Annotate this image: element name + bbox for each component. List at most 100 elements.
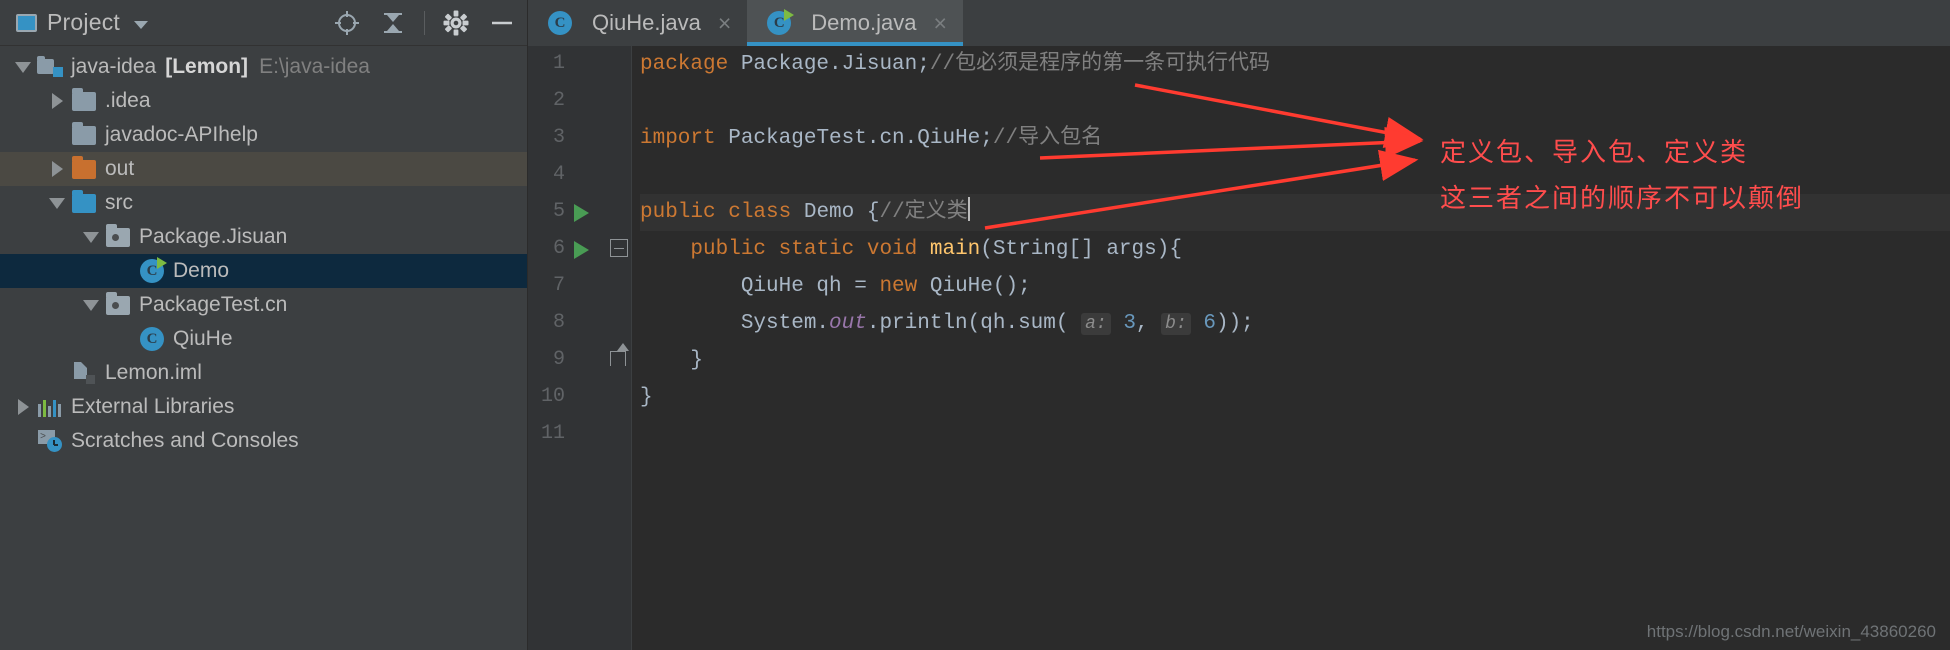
tree-row-path: E:\java-idea xyxy=(259,55,370,78)
tree-row-lemon-iml[interactable]: Lemon.iml xyxy=(0,356,527,390)
package-icon xyxy=(104,291,132,317)
tree-row-label: .idea xyxy=(105,89,151,112)
tree-row-label: Package.Jisuan xyxy=(139,225,288,248)
editor-tab-qiuhe-java[interactable]: C QiuHe.java × xyxy=(528,0,748,46)
annotation-line-1: 定义包、导入包、定义类 xyxy=(1440,138,1749,168)
code-token: 3 xyxy=(1123,312,1136,335)
project-title-group[interactable]: Project xyxy=(0,9,148,36)
tree-row-label: java-idea xyxy=(71,55,157,78)
tree-row-label: Lemon.iml xyxy=(105,361,202,384)
code-line[interactable]: public static void main(String[] args){ xyxy=(640,231,1950,268)
chevron-down-icon[interactable] xyxy=(78,299,104,311)
tree-row-label: External Libraries xyxy=(71,395,235,418)
iml-file-icon xyxy=(70,361,98,385)
editor-gutter[interactable]: 1 2 3 4 5 6 7 8 9 10 11 xyxy=(528,46,631,650)
gutter-line: 4 xyxy=(528,157,631,194)
project-title: Project xyxy=(47,9,120,35)
gutter-line: 6 xyxy=(528,231,631,268)
gutter-line: 2 xyxy=(528,83,631,120)
scratches-icon xyxy=(36,429,64,453)
code-line[interactable]: QiuHe qh = new QiuHe(); xyxy=(640,268,1950,305)
line-number: 6 xyxy=(552,237,565,260)
chevron-down-icon[interactable] xyxy=(78,231,104,243)
gutter-line: 10 xyxy=(528,379,631,416)
code-line[interactable]: } xyxy=(640,379,1950,416)
code-token: //定义类 xyxy=(879,201,968,224)
text-caret xyxy=(967,197,970,221)
chevron-right-icon[interactable] xyxy=(44,161,70,177)
tree-row-out[interactable]: out xyxy=(0,152,527,186)
folder-grey-icon xyxy=(70,87,98,113)
code-token: { xyxy=(866,201,880,224)
gutter-line: 7 xyxy=(528,268,631,305)
chevron-right-icon[interactable] xyxy=(44,93,70,109)
run-gutter-icon[interactable] xyxy=(574,241,589,259)
tree-row-qiuhe[interactable]: C QiuHe xyxy=(0,322,527,356)
code-line[interactable] xyxy=(640,83,1950,120)
collapse-all-icon[interactable] xyxy=(378,8,408,38)
fold-end-icon[interactable] xyxy=(610,343,629,366)
gutter-line: 5 xyxy=(528,194,631,231)
tree-row-package-jisuan[interactable]: Package.Jisuan xyxy=(0,220,527,254)
code-line[interactable]: import PackageTest.cn.QiuHe;//导入包名 xyxy=(640,120,1950,157)
line-number: 7 xyxy=(552,274,565,297)
code-token: public class xyxy=(640,201,792,224)
tree-row-idea[interactable]: .idea xyxy=(0,84,527,118)
intention-bulb-icon[interactable] xyxy=(660,161,686,189)
gutter-line: 3 xyxy=(528,120,631,157)
tree-row-src[interactable]: src xyxy=(0,186,527,220)
line-number: 10 xyxy=(540,385,565,408)
tree-row-label: QiuHe xyxy=(173,327,233,350)
code-token: QiuHe qh = xyxy=(640,275,880,298)
tree-row-external-libraries[interactable]: External Libraries xyxy=(0,390,527,424)
editor-tab-demo-java[interactable]: C Demo.java × xyxy=(747,0,963,46)
scroll-from-source-icon[interactable] xyxy=(332,8,362,38)
minimize-icon[interactable] xyxy=(487,8,517,38)
line-number: 5 xyxy=(552,200,565,223)
project-toolbar-actions xyxy=(332,0,517,46)
libraries-icon xyxy=(36,395,64,419)
project-window-icon xyxy=(16,13,37,32)
fold-collapse-icon[interactable] xyxy=(610,239,628,257)
tree-row-packagetest-cn[interactable]: PackageTest.cn xyxy=(0,288,527,322)
chevron-right-icon[interactable] xyxy=(10,399,36,415)
tree-row-java-idea[interactable]: java-idea [Lemon] E:\java-idea xyxy=(0,50,527,84)
gutter-line: 9 xyxy=(528,342,631,379)
project-root-icon xyxy=(36,55,64,79)
editor-tab-label: Demo.java xyxy=(811,10,917,35)
tree-row-javadoc-apihelp[interactable]: javadoc-APIhelp xyxy=(0,118,527,152)
code-token: Demo xyxy=(791,201,867,224)
code-token: new xyxy=(879,275,918,298)
tree-row-demo[interactable]: C Demo xyxy=(0,254,527,288)
code-line[interactable]: package Package.Jisuan;//包必须是程序的第一条可执行代码 xyxy=(640,46,1950,83)
code-token: Package.Jisuan; xyxy=(728,53,930,76)
tree-row-label: src xyxy=(105,191,133,214)
code-line[interactable] xyxy=(640,416,1950,453)
tree-row-label: PackageTest.cn xyxy=(139,293,288,316)
close-icon[interactable]: × xyxy=(933,11,946,35)
code-text[interactable]: package Package.Jisuan;//包必须是程序的第一条可执行代码… xyxy=(631,46,1950,650)
gear-icon[interactable] xyxy=(441,8,471,38)
annotation-line-2: 这三者之间的顺序不可以颠倒 xyxy=(1440,184,1805,214)
line-number: 1 xyxy=(552,52,565,75)
code-token: //包必须是程序的第一条可执行代码 xyxy=(929,53,1271,76)
chevron-down-icon[interactable] xyxy=(10,61,36,73)
code-token: PackageTest.cn.QiuHe; xyxy=(715,127,993,150)
tree-row-module-name: [Lemon] xyxy=(165,55,249,78)
chevron-down-icon[interactable] xyxy=(44,197,70,209)
code-token: public static void xyxy=(690,238,918,261)
run-gutter-icon[interactable] xyxy=(574,204,589,222)
tree-row-scratches-and-consoles[interactable]: Scratches and Consoles xyxy=(0,424,527,458)
close-icon[interactable]: × xyxy=(718,11,731,35)
project-tree[interactable]: java-idea [Lemon] E:\java-idea .idea javadoc… xyxy=(0,46,527,650)
code-token: } xyxy=(640,386,653,409)
tree-row-label: out xyxy=(105,157,135,180)
code-line[interactable]: } xyxy=(640,342,1950,379)
editor-tab-bar[interactable]: C QiuHe.java × C Demo.java × xyxy=(528,0,1950,46)
chevron-down-icon[interactable] xyxy=(133,20,148,29)
folder-grey-icon xyxy=(70,121,98,147)
code-line[interactable]: System.out.println(qh.sum( a: 3, b: 6)); xyxy=(640,305,1950,342)
tree-row-label: Scratches and Consoles xyxy=(71,429,299,452)
gutter-line: 1 xyxy=(528,46,631,83)
